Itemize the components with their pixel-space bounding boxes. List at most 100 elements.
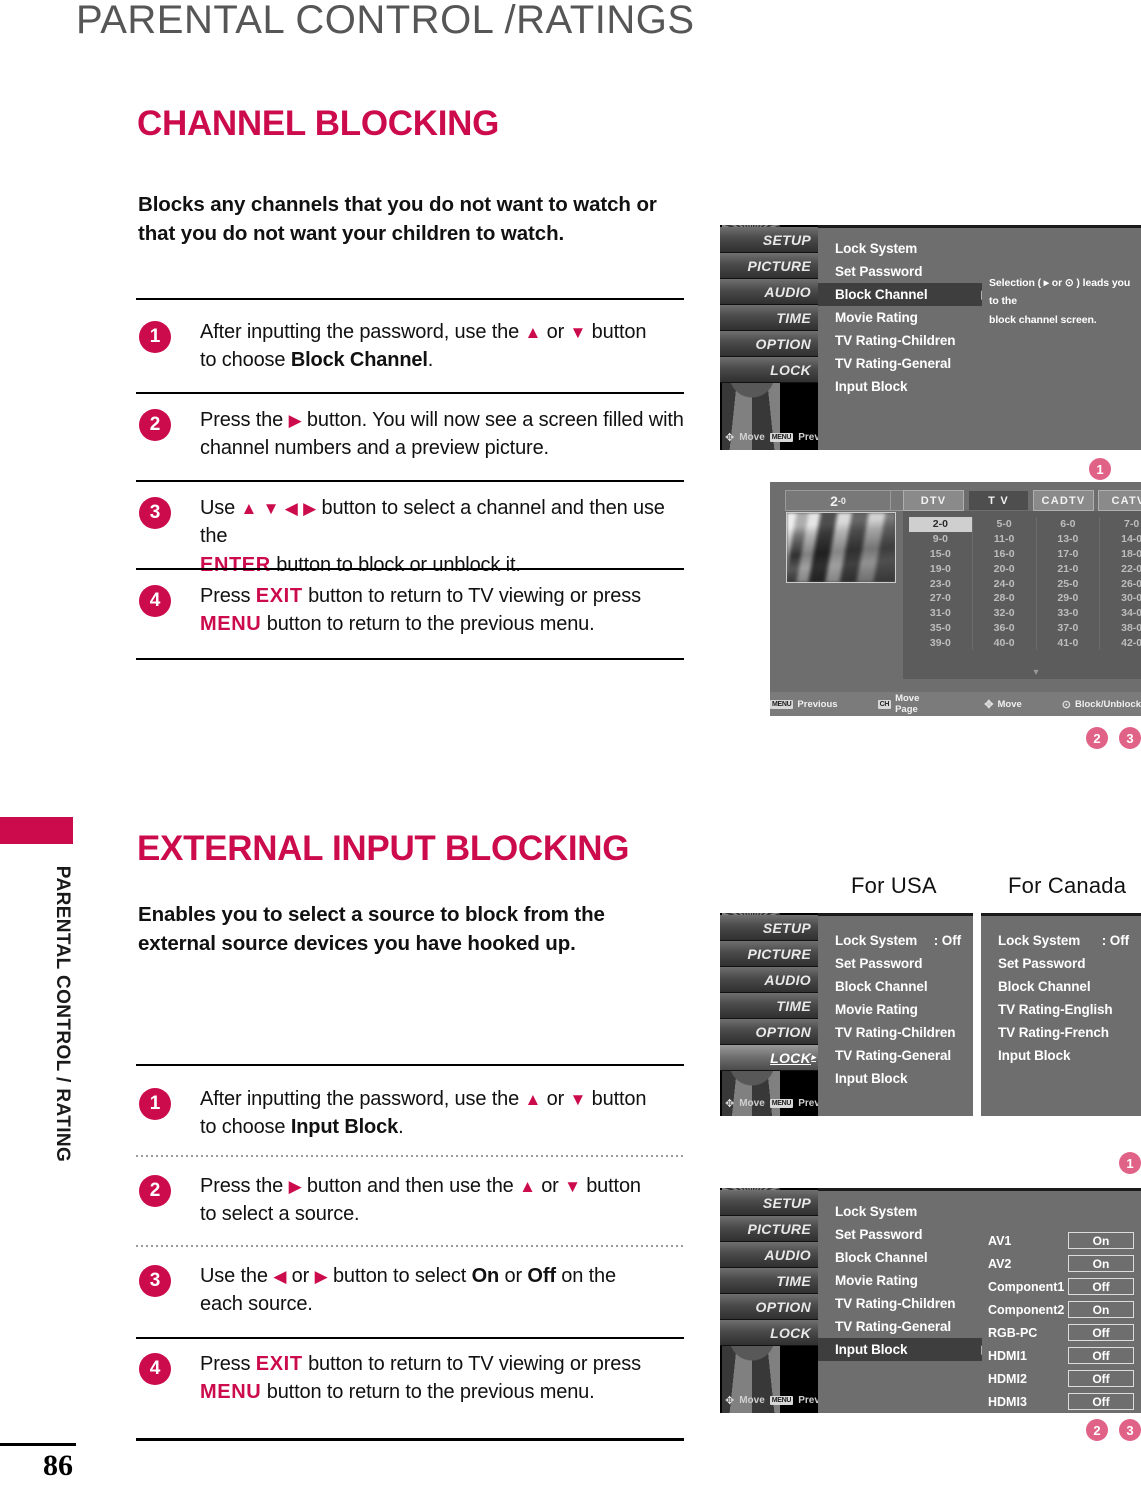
osd-item-movie-rating[interactable]: Movie Rating: [818, 306, 1001, 329]
osd-category-audio[interactable]: AUDIO: [720, 967, 818, 993]
osd-item-set-password[interactable]: Set Password: [818, 1223, 1001, 1246]
channel-cell[interactable]: 27-0: [909, 590, 973, 606]
source-value-toggle[interactable]: On: [1068, 1255, 1134, 1272]
osd-category-option[interactable]: OPTION: [720, 331, 818, 357]
osd-category-setup[interactable]: SETUP: [720, 227, 818, 253]
channel-cell[interactable]: 20-0: [973, 561, 1037, 577]
channel-cell[interactable]: 16-0: [973, 546, 1037, 562]
osd-category-audio[interactable]: AUDIO: [720, 279, 818, 305]
osd-category-option[interactable]: OPTION: [720, 1294, 818, 1320]
osd-category-setup[interactable]: SETUP: [720, 915, 818, 941]
channel-cell[interactable]: 14-0: [1100, 532, 1141, 547]
channel-cell[interactable]: 19-0: [909, 561, 973, 577]
osd-item-movie-rating[interactable]: Movie Rating: [818, 1269, 1001, 1292]
osd-item-lock-system[interactable]: Lock System: [818, 237, 1001, 260]
channel-cell[interactable]: 35-0: [909, 620, 973, 636]
source-value-toggle[interactable]: Off: [1068, 1393, 1134, 1410]
osd-category-time[interactable]: TIME: [720, 305, 818, 331]
channel-cell[interactable]: 26-0: [1100, 576, 1141, 591]
label: Input Block: [835, 379, 908, 394]
channel-cell[interactable]: 6-0: [1037, 517, 1101, 532]
channel-cell[interactable]: 31-0: [909, 605, 973, 621]
osd-item-tv-rating-general[interactable]: TV Rating-General: [818, 1315, 1001, 1338]
osd-item-input-block[interactable]: Input Block: [981, 1044, 1141, 1067]
osd-item-movie-rating[interactable]: Movie Rating: [818, 998, 973, 1021]
channel-cell[interactable]: 34-0: [1100, 606, 1141, 621]
osd-category-picture[interactable]: PICTURE: [720, 1216, 818, 1242]
source-value-toggle[interactable]: Off: [1068, 1347, 1134, 1364]
tab-catv[interactable]: CATV: [1098, 490, 1141, 511]
source-value-toggle[interactable]: Off: [1068, 1278, 1134, 1295]
channel-cell[interactable]: 7-0: [1100, 517, 1141, 532]
channel-cell[interactable]: 13-0: [1037, 531, 1101, 547]
channel-cell[interactable]: 18-0: [1100, 547, 1141, 562]
tab-dtv[interactable]: DTV: [903, 490, 964, 511]
osd-item-set-password[interactable]: Set Password: [981, 952, 1141, 975]
osd-item-tv-rating-children[interactable]: TV Rating-Children: [818, 1292, 1001, 1315]
osd-item-set-password[interactable]: Set Password: [818, 952, 973, 975]
tab-cadtv[interactable]: CADTV: [1033, 490, 1094, 511]
osd-item-lock-system[interactable]: Lock System: Off: [981, 929, 1141, 952]
osd-item-lock-system[interactable]: Lock System: [818, 1200, 1001, 1223]
channel-cell[interactable]: 5-0: [973, 517, 1037, 532]
label: SETUP: [762, 1194, 811, 1211]
tab-tv[interactable]: T V: [968, 490, 1029, 511]
osd-item-input-block[interactable]: Input Block: [818, 375, 1001, 398]
channel-cell[interactable]: 36-0: [973, 620, 1037, 636]
channel-cell[interactable]: 22-0: [1100, 561, 1141, 576]
osd-item-input-block[interactable]: Input Block: [818, 1067, 973, 1090]
label: TIME: [776, 309, 811, 326]
osd-category-picture[interactable]: PICTURE: [720, 253, 818, 279]
osd-category-option[interactable]: OPTION: [720, 1019, 818, 1045]
channel-cell[interactable]: 17-0: [1037, 546, 1101, 562]
channel-cell[interactable]: 37-0: [1037, 620, 1101, 636]
channel-cell[interactable]: 15-0: [909, 546, 973, 562]
channel-cell[interactable]: 9-0: [909, 531, 973, 547]
channel-cell[interactable]: 30-0: [1100, 591, 1141, 606]
osd-category-lock[interactable]: LOCK ▸: [720, 1045, 818, 1071]
channel-cell[interactable]: 24-0: [973, 576, 1037, 591]
osd-item-block-channel[interactable]: Block Channel: [818, 975, 973, 998]
osd-item-block-channel[interactable]: Block Channel: [981, 975, 1141, 998]
osd-category-lock[interactable]: LOCK: [720, 1320, 818, 1346]
osd-item-block-channel[interactable]: Block Channel: [818, 1246, 1001, 1269]
osd-category-audio[interactable]: AUDIO: [720, 1242, 818, 1268]
channel-grid-inner: 2-0 DTV T V CADTV CATV 2-0 5-0 6-0 7-0: [779, 490, 1141, 708]
osd-category-setup[interactable]: SETUP: [720, 1190, 818, 1216]
osd-category-time[interactable]: TIME: [720, 993, 818, 1019]
channel-cell[interactable]: 11-0: [973, 531, 1037, 547]
osd-item-lock-system[interactable]: Lock System: Off: [818, 929, 973, 952]
scroll-down-indicator[interactable]: ▾: [903, 666, 1141, 679]
source-value-toggle[interactable]: Off: [1068, 1370, 1134, 1387]
label: Move Page: [895, 693, 920, 715]
osd-item-block-channel[interactable]: Block Channel▶: [818, 283, 1001, 306]
osd-item-tv-rating-french[interactable]: TV Rating-French: [981, 1021, 1141, 1044]
channel-cell[interactable]: 38-0: [1100, 621, 1141, 636]
channel-cell[interactable]: 2-0: [909, 517, 973, 532]
osd-item-tv-rating-general[interactable]: TV Rating-General: [818, 352, 1001, 375]
osd-item-tv-rating-english[interactable]: TV Rating-English: [981, 998, 1141, 1021]
label: Input Block: [835, 1342, 908, 1357]
channel-cell[interactable]: 28-0: [973, 590, 1037, 606]
channel-cell[interactable]: 32-0: [973, 605, 1037, 621]
source-value-toggle[interactable]: On: [1068, 1232, 1134, 1249]
osd-item-tv-rating-children[interactable]: TV Rating-Children: [818, 329, 1001, 352]
osd-item-set-password[interactable]: Set Password: [818, 260, 1001, 283]
channel-cell[interactable]: 41-0: [1037, 635, 1101, 651]
osd-item-input-block[interactable]: Input Block▶: [818, 1338, 1001, 1361]
channel-cell[interactable]: 42-0: [1100, 635, 1141, 650]
source-value-toggle[interactable]: Off: [1068, 1324, 1134, 1341]
channel-cell[interactable]: 29-0: [1037, 590, 1101, 606]
channel-cell[interactable]: 39-0: [909, 635, 973, 651]
channel-cell[interactable]: 21-0: [1037, 561, 1101, 577]
channel-cell[interactable]: 23-0: [909, 576, 973, 591]
osd-category-lock[interactable]: LOCK: [720, 357, 818, 383]
osd-item-tv-rating-general[interactable]: TV Rating-General: [818, 1044, 973, 1067]
source-value-toggle[interactable]: On: [1068, 1301, 1134, 1318]
channel-cell[interactable]: 40-0: [973, 635, 1037, 651]
osd-item-tv-rating-children[interactable]: TV Rating-Children: [818, 1021, 973, 1044]
osd-category-time[interactable]: TIME: [720, 1268, 818, 1294]
channel-cell[interactable]: 33-0: [1037, 605, 1101, 621]
channel-cell[interactable]: 25-0: [1037, 576, 1101, 591]
osd-category-picture[interactable]: PICTURE: [720, 941, 818, 967]
